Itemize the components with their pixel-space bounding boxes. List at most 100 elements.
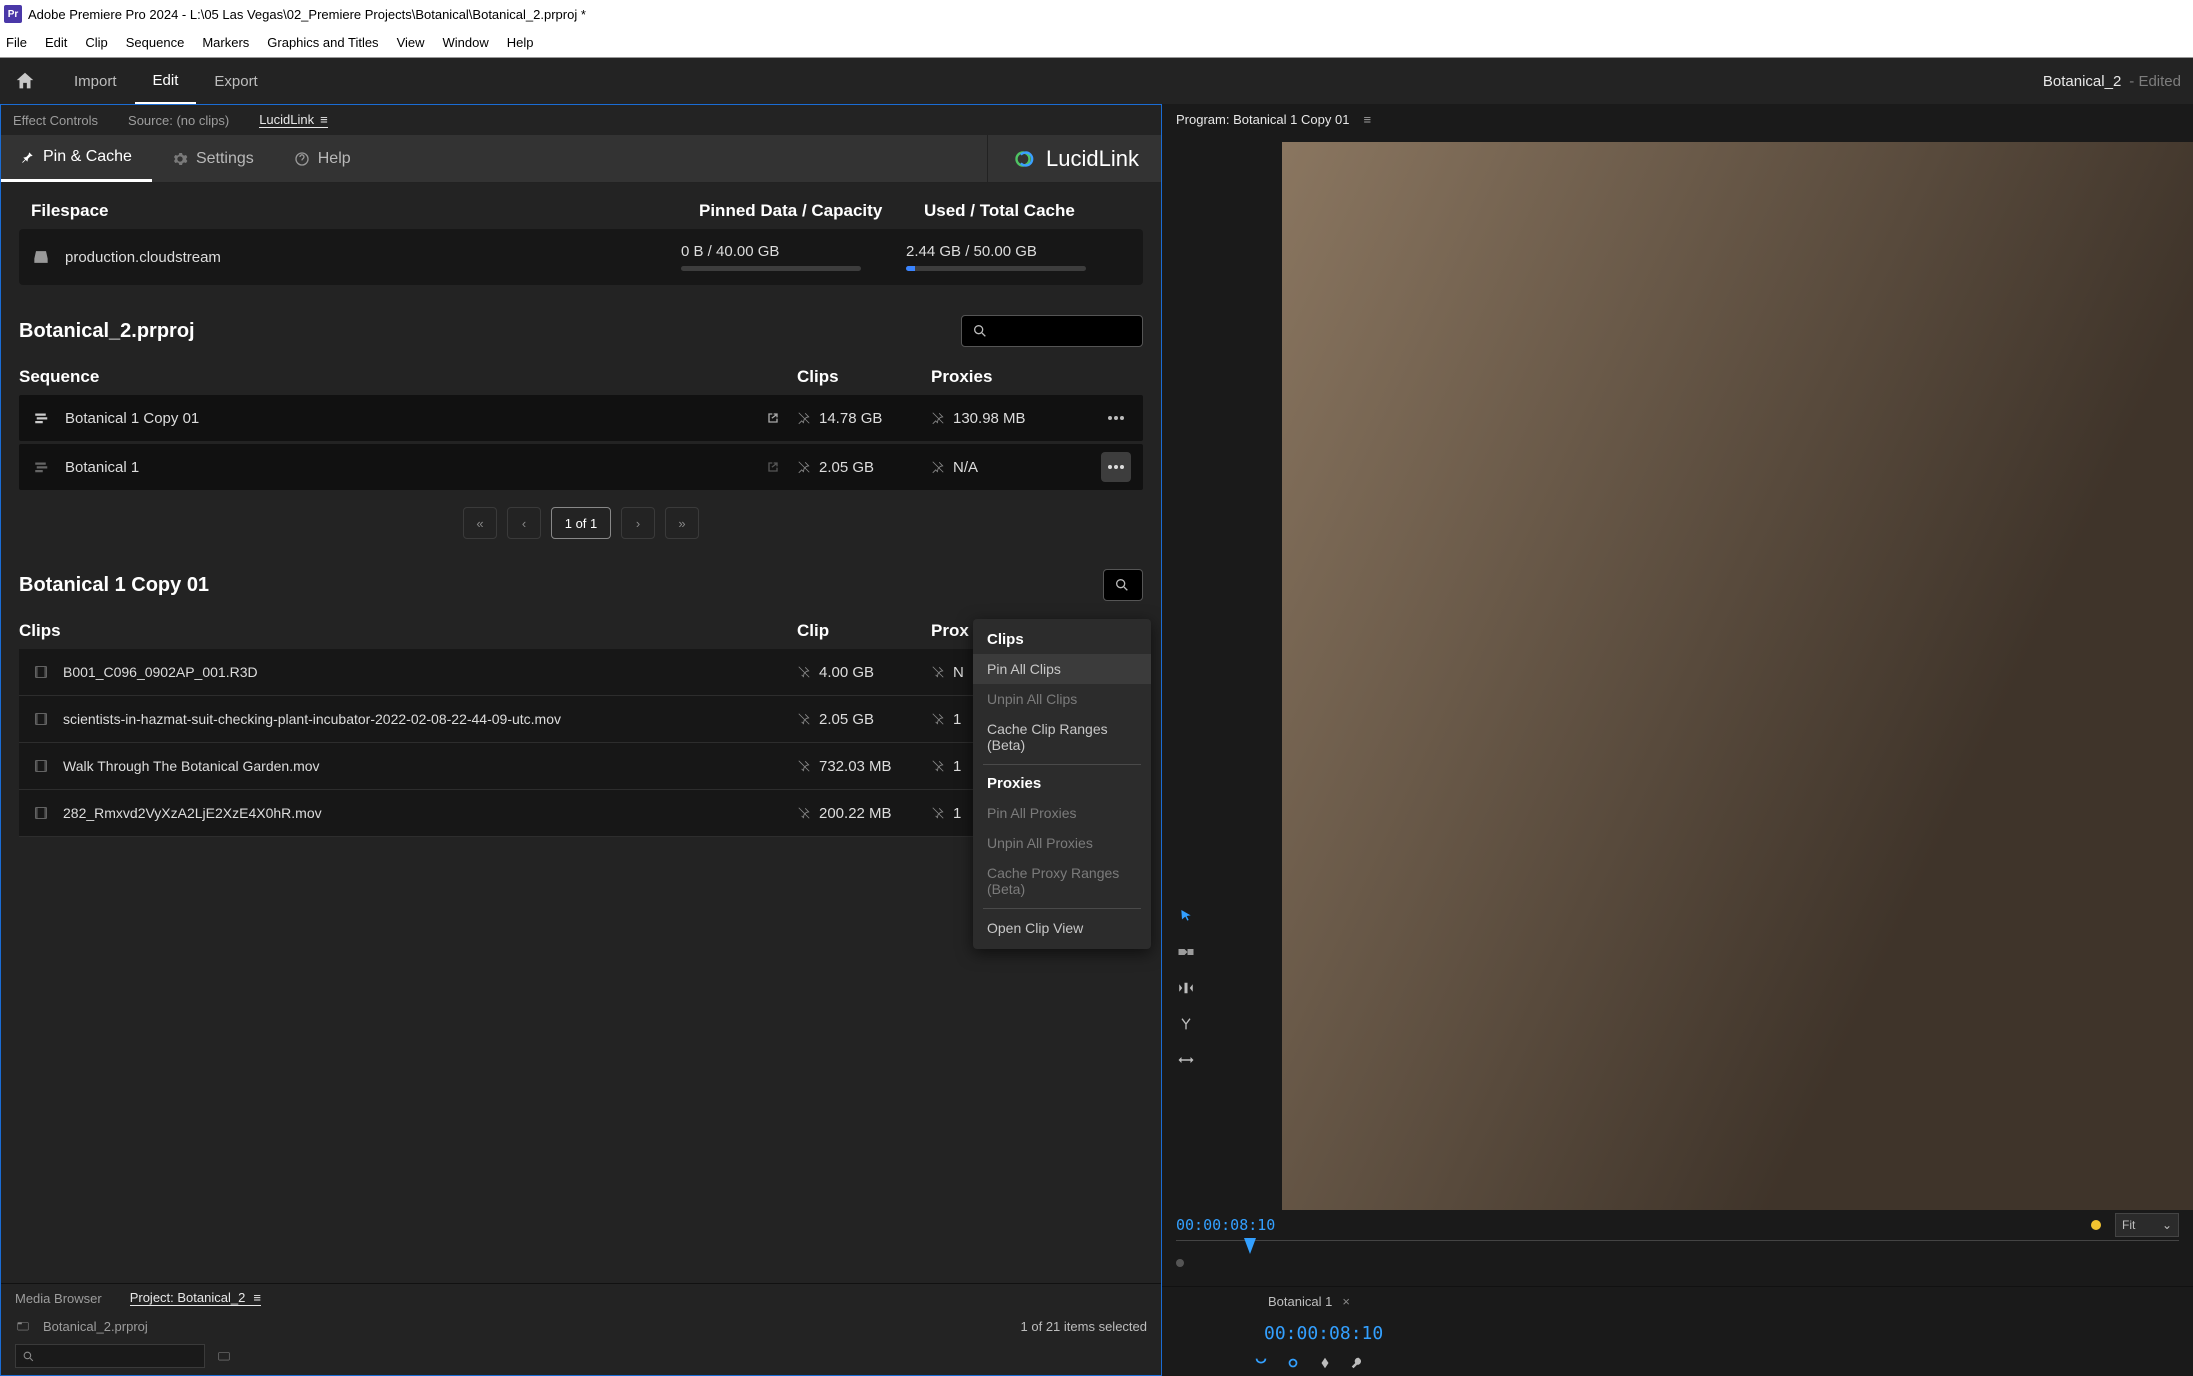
wrench-icon[interactable] [1350,1356,1364,1370]
unpin-icon[interactable] [797,665,811,679]
unpin-icon[interactable] [931,759,945,773]
clip-name: Walk Through The Botanical Garden.mov [63,758,320,774]
zoom-fit-dropdown[interactable]: Fit ⌄ [2115,1213,2179,1237]
ctx-pin-all-clips[interactable]: Pin All Clips [973,654,1151,684]
more-button[interactable] [1101,452,1131,482]
ctx-unpin-all-proxies[interactable]: Unpin All Proxies [973,828,1151,858]
project-breadcrumb[interactable]: Botanical_2.prproj [43,1319,148,1334]
slip-tool[interactable] [1171,1048,1201,1072]
tab-effect-controls[interactable]: Effect Controls [13,113,98,128]
in-point-marker[interactable] [1176,1259,1184,1267]
menu-file[interactable]: File [6,35,27,50]
unpin-icon[interactable] [797,411,811,425]
tab-settings[interactable]: Settings [152,135,274,182]
page-next-button[interactable]: › [621,507,655,539]
ctx-unpin-all-clips[interactable]: Unpin All Clips [973,684,1151,714]
tab-help[interactable]: Help [274,135,371,182]
tab-settings-label: Settings [196,150,254,168]
sequence-row[interactable]: Botanical 1 2.05 GB N/A [19,444,1143,490]
hamburger-icon[interactable]: ≡ [253,1290,261,1305]
menu-bar: File Edit Clip Sequence Markers Graphics… [0,28,2193,58]
sequence-search[interactable] [961,315,1143,347]
page-last-button[interactable]: » [665,507,699,539]
close-icon[interactable]: × [1342,1294,1350,1309]
timecode[interactable]: 00:00:08:10 [1176,1216,1275,1234]
tab-pin-cache[interactable]: Pin & Cache [1,135,152,182]
menu-clip[interactable]: Clip [85,35,107,50]
stats-header: Filespace Pinned Data / Capacity Used / … [1,183,1161,229]
lucidlink-brand-text: LucidLink [1046,146,1139,172]
menu-graphics[interactable]: Graphics and Titles [267,35,378,50]
hamburger-icon[interactable]: ≡ [1363,112,1371,127]
menu-sequence[interactable]: Sequence [126,35,185,50]
ripple-tool[interactable] [1171,976,1201,1000]
open-external-icon[interactable] [765,410,781,426]
ctx-cache-proxy-ranges[interactable]: Cache Proxy Ranges (Beta) [973,858,1151,904]
unpin-icon[interactable] [931,411,945,425]
ctx-open-clip-view[interactable]: Open Clip View [973,913,1151,943]
menu-view[interactable]: View [397,35,425,50]
page-first-button[interactable]: « [463,507,497,539]
open-external-icon[interactable] [765,459,781,475]
unpin-icon[interactable] [931,712,945,726]
hamburger-icon[interactable]: ≡ [320,112,328,127]
playhead[interactable] [1244,1238,1256,1254]
unpin-icon[interactable] [931,460,945,474]
dropped-frame-indicator [2091,1220,2101,1230]
unpin-icon[interactable] [797,712,811,726]
tab-lucidlink-label: LucidLink [259,112,314,127]
selection-tool[interactable] [1171,904,1201,928]
track-tool[interactable] [1171,940,1201,964]
project-search[interactable] [15,1344,205,1368]
more-button[interactable] [1101,403,1131,433]
clips-search[interactable] [1103,569,1143,601]
ctx-pin-all-proxies[interactable]: Pin All Proxies [973,798,1151,828]
unpin-icon[interactable] [797,806,811,820]
unpin-icon[interactable] [931,806,945,820]
tab-source[interactable]: Source: (no clips) [128,113,229,128]
timeline-timecode[interactable]: 00:00:08:10 [1264,1323,1383,1344]
filespace-row: production.cloudstream 0 B / 40.00 GB 2.… [19,229,1143,285]
linked-selection-icon[interactable] [1286,1356,1300,1370]
menu-help[interactable]: Help [507,35,534,50]
clip-proxy: 1 [953,758,961,775]
tab-help-label: Help [318,150,351,168]
sequence-icon [33,458,51,476]
new-bin-icon[interactable] [215,1349,233,1363]
program-monitor-canvas[interactable] [1282,142,2193,1210]
lucidlink-toolbar: Pin & Cache Settings Help LucidLink [1,135,1161,183]
filespace-name: production.cloudstream [65,249,221,266]
cache-value: 2.44 GB / 50.00 GB [906,243,1131,260]
dots-icon [1107,464,1125,470]
pinned-header: Pinned Data / Capacity [699,201,924,221]
marker-icon[interactable] [1318,1356,1332,1370]
unpin-icon[interactable] [797,759,811,773]
project-name[interactable]: Botanical_2 [2043,73,2121,90]
tab-media-browser[interactable]: Media Browser [15,1291,102,1306]
menu-markers[interactable]: Markers [202,35,249,50]
home-icon[interactable] [12,68,38,94]
timeline-sequence-tab[interactable]: Botanical 1 [1268,1294,1332,1309]
tab-export[interactable]: Export [196,58,275,104]
clip-proxy: 1 [953,711,961,728]
unpin-icon[interactable] [931,665,945,679]
tab-import[interactable]: Import [56,58,135,104]
bin-icon[interactable] [15,1319,31,1333]
tab-edit[interactable]: Edit [135,58,197,104]
tab-program-monitor[interactable]: Program: Botanical 1 Copy 01 [1176,112,1349,127]
sequence-name: Botanical 1 [65,459,139,476]
menu-edit[interactable]: Edit [45,35,67,50]
ctx-cache-clip-ranges[interactable]: Cache Clip Ranges (Beta) [973,714,1151,760]
tab-lucidlink[interactable]: LucidLink ≡ [259,112,328,128]
tab-project[interactable]: Project: Botanical_2 ≡ [130,1290,261,1306]
sequence-row[interactable]: Botanical 1 Copy 01 14.78 GB 130.98 MB [19,395,1143,441]
unpin-icon[interactable] [797,460,811,474]
menu-window[interactable]: Window [443,35,489,50]
selection-status: 1 of 21 items selected [1021,1319,1147,1334]
snap-icon[interactable] [1254,1356,1268,1370]
clip-size: 2.05 GB [819,711,874,728]
razor-tool[interactable] [1171,1012,1201,1036]
clip-name: 282_Rmxvd2VyXzA2LjE2XzE4X0hR.mov [63,805,322,821]
program-ruler[interactable] [1176,1240,2179,1266]
page-prev-button[interactable]: ‹ [507,507,541,539]
